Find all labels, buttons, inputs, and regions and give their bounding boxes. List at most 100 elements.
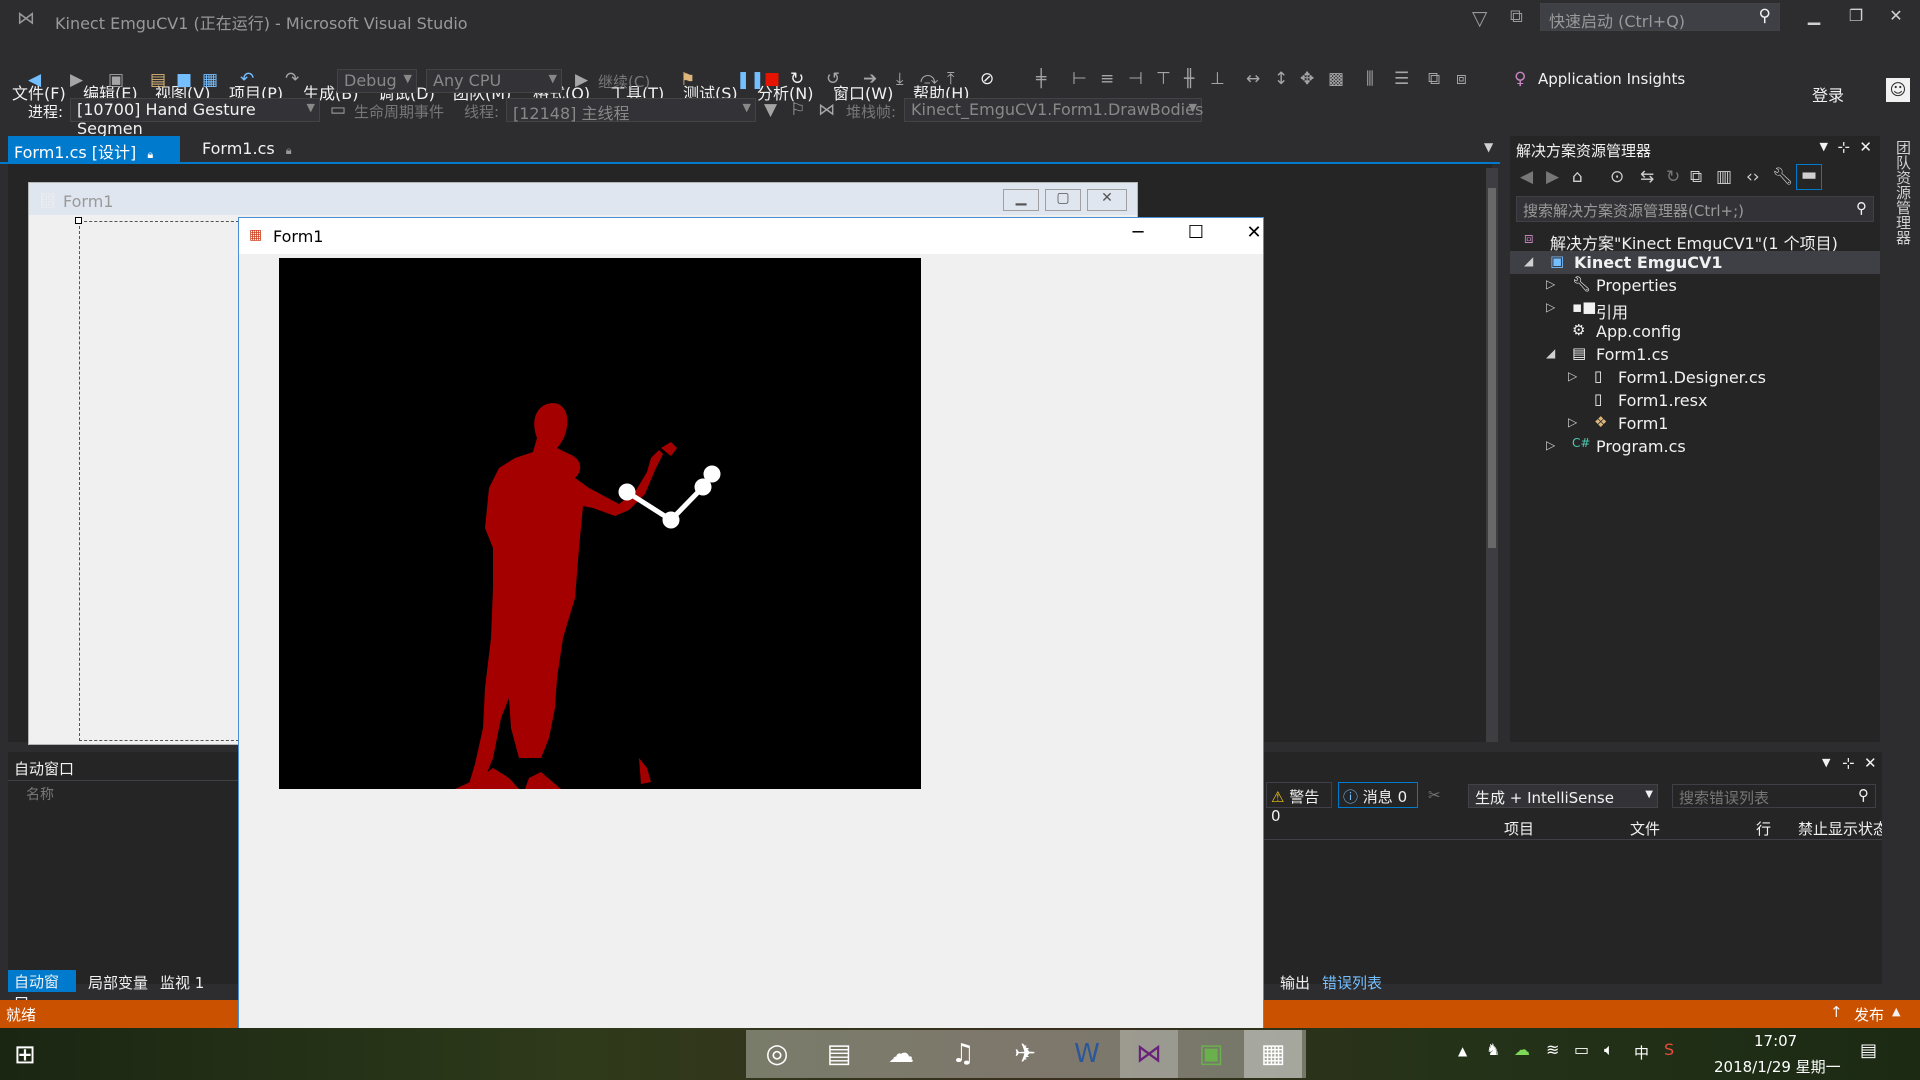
windows-start-icon[interactable]: ⊞: [14, 1040, 36, 1070]
sogou-input-icon[interactable]: S: [1664, 1040, 1674, 1059]
window-position-chevron-icon[interactable]: ▼: [1822, 756, 1830, 769]
preview-selected-icon[interactable]: ▬: [1796, 164, 1822, 190]
wifi-icon[interactable]: ≋: [1546, 1040, 1559, 1059]
chrome-icon[interactable]: ◎: [748, 1030, 806, 1078]
restore-button[interactable]: ❐: [1840, 6, 1872, 30]
window-position-chevron-icon[interactable]: ▼: [1820, 140, 1828, 153]
column-header-project[interactable]: 项目: [1504, 818, 1534, 839]
messages-filter-button[interactable]: ⓘ 消息 0: [1338, 782, 1418, 808]
tree-item-form1-cs[interactable]: ◢ ▤ Form1.cs: [1510, 343, 1880, 366]
align-left-icon[interactable]: ⊢: [1072, 69, 1087, 89]
feedback-icon[interactable]: ⧉: [1510, 6, 1523, 27]
lifecycle-events-label[interactable]: 生命周期事件: [354, 101, 444, 122]
column-header-file[interactable]: 文件: [1630, 818, 1660, 839]
hot-reload-icon[interactable]: ↺: [826, 69, 840, 89]
warnings-filter-button[interactable]: ⚠ 警告 0: [1266, 782, 1332, 825]
expand-arrow-icon[interactable]: ▷: [1546, 438, 1555, 452]
pause-icon[interactable]: ❚❚: [736, 70, 765, 90]
expand-arrow-icon[interactable]: ▷: [1568, 415, 1577, 429]
wechat-icon[interactable]: ☁: [1514, 1040, 1530, 1059]
collapse-arrow-icon[interactable]: ◢: [1524, 254, 1533, 268]
show-hidden-icons-chevron-icon[interactable]: ▲: [1458, 1044, 1467, 1058]
action-center-icon[interactable]: ▤: [1860, 1040, 1877, 1061]
qq-icon[interactable]: ♞: [1486, 1040, 1500, 1059]
show-all-files-icon[interactable]: ▥: [1716, 167, 1732, 187]
save-icon[interactable]: ■: [176, 70, 192, 90]
pin-icon[interactable]: ⊹: [1842, 754, 1855, 772]
column-header-suppression[interactable]: 禁止显示状态: [1798, 818, 1882, 839]
column-header-line[interactable]: 行: [1756, 818, 1771, 839]
tab-form1-design[interactable]: Form1.cs [设计] 🔒︎ ⊹ ✕: [8, 136, 180, 182]
solution-search-input[interactable]: 搜索解决方案资源管理器(Ctrl+;) ⚲: [1516, 196, 1874, 222]
collapse-arrow-icon[interactable]: ◢: [1546, 346, 1555, 360]
tree-item-form1-resx[interactable]: ▯ Form1.resx: [1510, 389, 1880, 412]
step-out-icon[interactable]: ⤒: [947, 69, 955, 89]
redo-icon[interactable]: ↷: [285, 69, 299, 89]
tree-item-form1-class[interactable]: ▷ ❖ Form1: [1510, 412, 1880, 435]
error-list-search-input[interactable]: 搜索错误列表 ⚲: [1672, 784, 1876, 808]
clear-filter-icon[interactable]: ✂: [1428, 786, 1441, 804]
tree-item-references[interactable]: ▷ ▪■ 引用: [1510, 297, 1880, 322]
application-insights-button[interactable]: Application Insights: [1538, 70, 1685, 88]
android-studio-icon[interactable]: ▣: [1182, 1030, 1240, 1078]
team-explorer-side-tab[interactable]: 团队资源管理器: [1888, 136, 1914, 436]
continue-label[interactable]: 继续(C): [598, 71, 650, 92]
expand-arrow-icon[interactable]: ▷: [1568, 369, 1577, 383]
chevron-up-icon[interactable]: ▲: [1892, 1005, 1900, 1018]
refresh-icon[interactable]: ↻: [1666, 167, 1680, 187]
expand-arrow-icon[interactable]: ▷: [1546, 300, 1555, 314]
align-right-icon[interactable]: ⊣: [1128, 69, 1143, 89]
file-explorer-icon[interactable]: ▤: [810, 1030, 868, 1078]
scrollbar-thumb[interactable]: [1488, 188, 1496, 548]
close-button[interactable]: ✕: [1880, 6, 1912, 30]
visual-studio-icon[interactable]: ⋈: [1120, 1030, 1178, 1078]
align-top-icon[interactable]: ⊤: [1156, 69, 1171, 89]
history-icon[interactable]: ⊙: [1610, 167, 1624, 187]
send-to-back-icon[interactable]: ⧈: [1456, 69, 1467, 89]
expand-arrow-icon[interactable]: ▷: [1546, 277, 1555, 291]
align-middle-icon[interactable]: ╫: [1184, 69, 1194, 89]
align-center-icon[interactable]: ≡: [1100, 69, 1114, 89]
forward-icon[interactable]: ▶: [70, 70, 83, 90]
stack-frame-select[interactable]: Kinect_EmguCV1.Form1.DrawBodies ▼: [904, 98, 1203, 122]
vertical-spacing-icon[interactable]: ☰: [1394, 69, 1409, 89]
solution-platform-select[interactable]: Any CPU ▼: [426, 69, 562, 93]
bring-to-front-icon[interactable]: ⧉: [1428, 69, 1440, 89]
quick-launch-input[interactable]: 快速启动 (Ctrl+Q) ⚲: [1540, 3, 1780, 31]
word-icon[interactable]: W: [1058, 1030, 1116, 1078]
tab-form1-code[interactable]: Form1.cs 🔒︎: [196, 136, 298, 162]
ime-indicator[interactable]: 中: [1634, 1042, 1649, 1063]
notifications-filter-icon[interactable]: ▽: [1472, 6, 1487, 30]
publish-button[interactable]: 发布: [1854, 1004, 1884, 1025]
tree-item-program-cs[interactable]: ▷ C# Program.cs: [1510, 435, 1880, 458]
tree-item-project[interactable]: ◢ ▣ Kinect EmguCV1: [1510, 251, 1880, 274]
stop-icon[interactable]: ■: [764, 69, 780, 89]
close-panel-icon[interactable]: ✕: [1859, 138, 1872, 156]
restart-icon[interactable]: ↻: [790, 69, 804, 89]
tab-watch-1[interactable]: 监视 1: [160, 972, 204, 993]
tree-item-app-config[interactable]: ⚙ App.config: [1510, 320, 1880, 343]
tab-auto-window[interactable]: 自动窗口: [8, 970, 76, 1012]
new-project-icon[interactable]: ▣: [108, 70, 124, 90]
back-icon[interactable]: ◀: [28, 70, 41, 90]
align-grid-icon[interactable]: ╪: [1036, 69, 1046, 89]
build-filter-select[interactable]: 生成 + IntelliSense ▼: [1468, 784, 1658, 808]
size-to-grid-icon[interactable]: ▩: [1328, 69, 1344, 89]
tab-locals[interactable]: 局部变量: [88, 972, 148, 993]
column-header-name[interactable]: 名称: [26, 784, 54, 804]
clock-time[interactable]: 17:07: [1754, 1032, 1797, 1050]
tab-error-list[interactable]: 错误列表: [1322, 972, 1382, 993]
threads-icon[interactable]: ⋈: [818, 100, 835, 120]
baidu-netdisk-icon[interactable]: ☁: [872, 1030, 930, 1078]
make-same-height-icon[interactable]: ↕: [1274, 69, 1288, 89]
properties-icon[interactable]: 🔧︎: [1772, 167, 1794, 187]
step-over-icon[interactable]: ⤼: [920, 69, 938, 89]
tree-item-properties[interactable]: ▷ 🔧︎ Properties: [1510, 274, 1880, 297]
home-icon[interactable]: ⌂: [1572, 167, 1583, 187]
form1-maximize-button[interactable]: ☐: [1173, 222, 1219, 250]
make-same-width-icon[interactable]: ↔: [1246, 69, 1260, 89]
back-icon[interactable]: ◀: [1520, 167, 1533, 187]
sync-icon[interactable]: ⇆: [1640, 167, 1654, 187]
clock-date[interactable]: 2018/1/29 星期一: [1714, 1056, 1841, 1077]
horizontal-spacing-icon[interactable]: ⫼: [1366, 69, 1374, 89]
